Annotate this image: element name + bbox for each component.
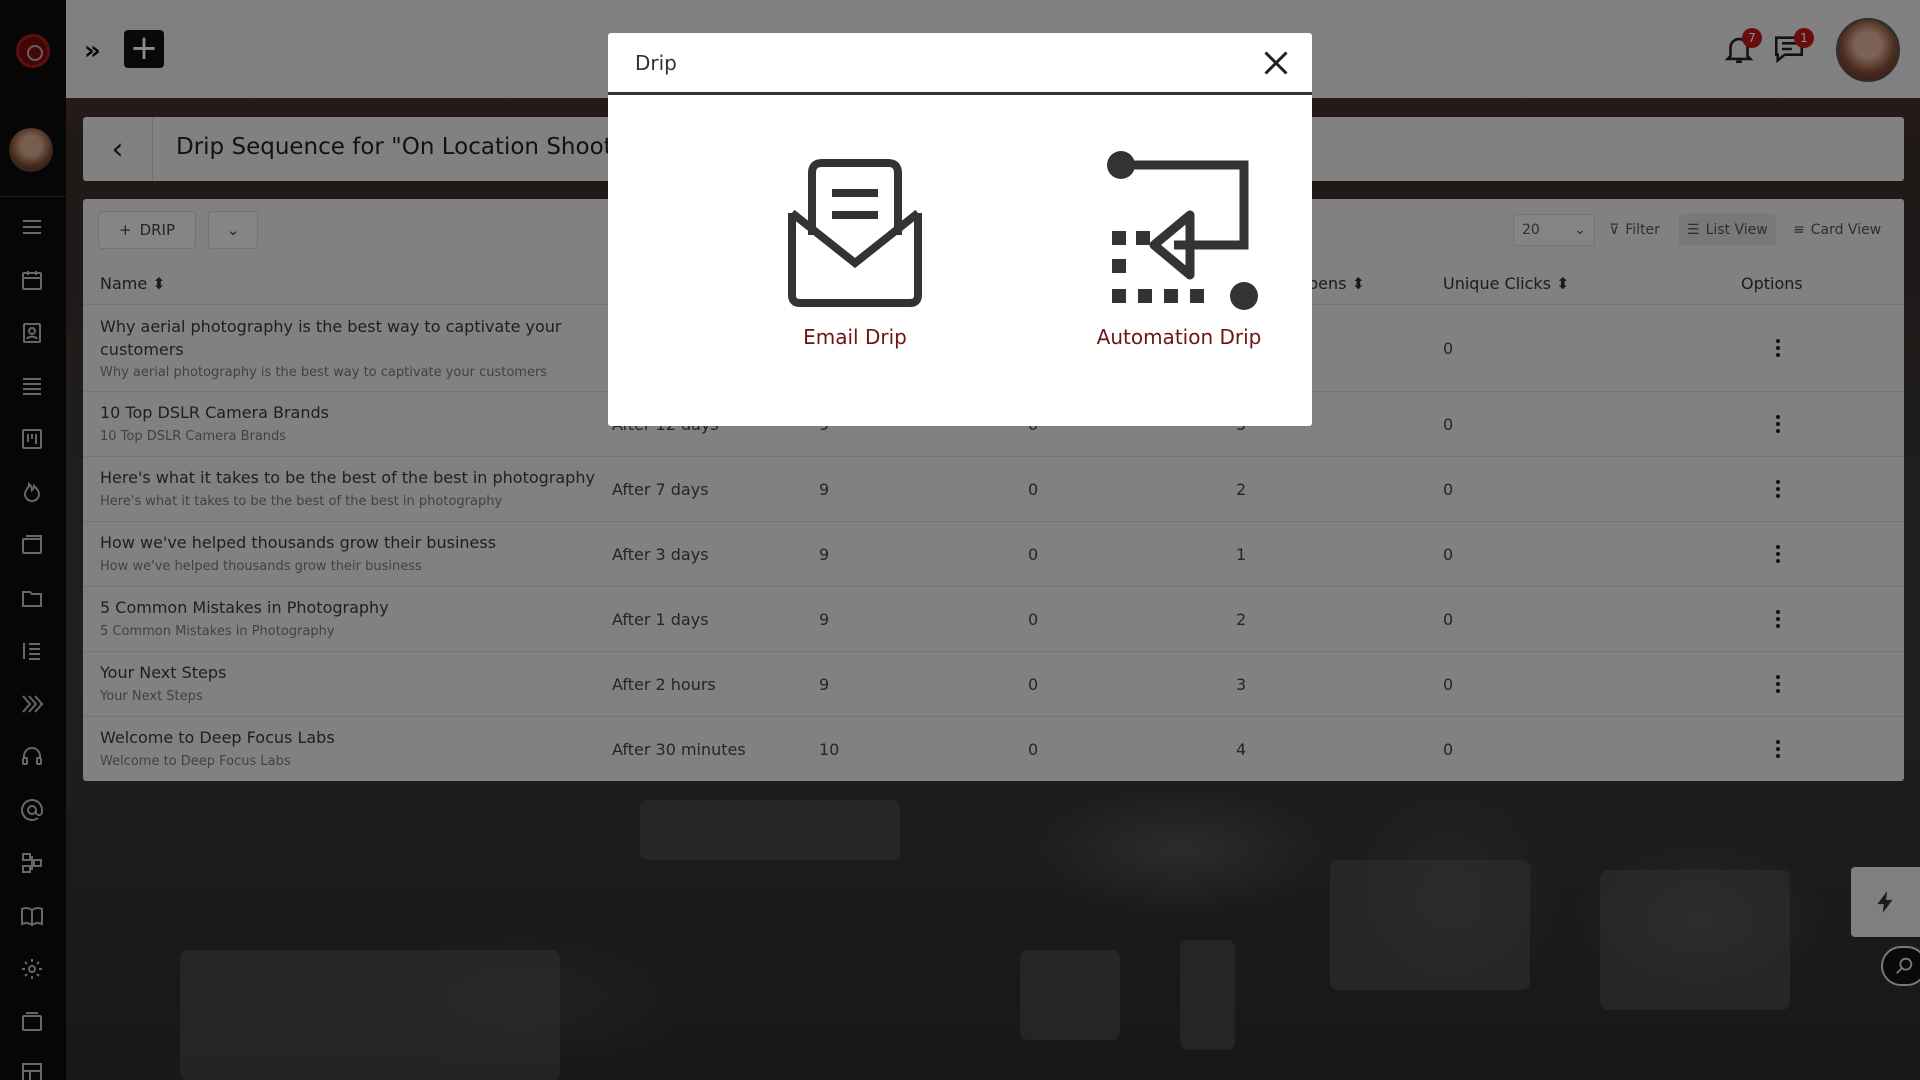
email-drip-label: Email Drip xyxy=(803,325,907,349)
close-icon[interactable] xyxy=(1258,45,1294,81)
drip-type-modal: Drip Email Drip Automation Drip xyxy=(608,33,1312,426)
modal-title: Drip xyxy=(635,51,677,75)
modal-header: Drip xyxy=(608,33,1312,95)
email-drip-option[interactable]: Email Drip xyxy=(755,143,955,363)
automation-drip-label: Automation Drip xyxy=(1096,325,1262,349)
automation-drip-icon xyxy=(1107,151,1258,310)
email-drip-icon xyxy=(788,159,922,307)
automation-drip-option[interactable]: Automation Drip xyxy=(1079,143,1279,363)
